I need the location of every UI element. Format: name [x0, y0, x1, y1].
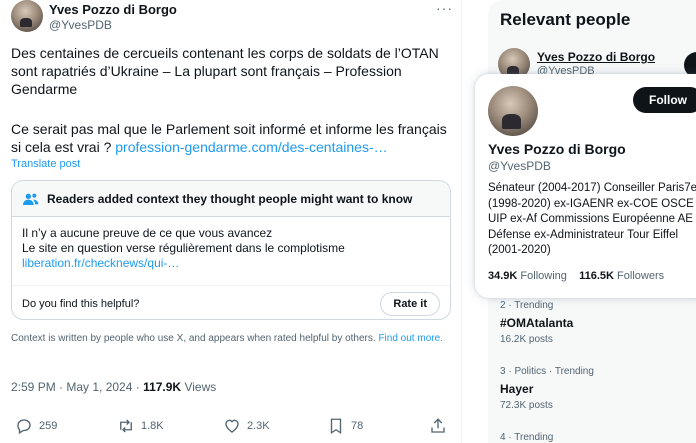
- tweet-link[interactable]: profession-gendarme.com/des-centaines-…: [115, 139, 387, 155]
- note-context-text: Context is written by people who use X, …: [11, 333, 451, 345]
- trend-name-1[interactable]: #OMAtalanta: [500, 316, 573, 330]
- context-text: Context is written by people who use X, …: [11, 333, 379, 344]
- views-count: 117.9K: [143, 380, 182, 394]
- translate-post-link[interactable]: Translate post: [11, 158, 80, 170]
- share-icon: [431, 418, 445, 433]
- hover-card-bio: Sénateur (2004-2017) Conseiller Paris7e …: [488, 182, 696, 256]
- relevant-person-name[interactable]: Yves Pozzo di Borgo: [537, 50, 655, 64]
- community-note: Readers added context they thought peopl…: [11, 180, 451, 320]
- author-avatar[interactable]: [11, 0, 43, 32]
- trend-meta-1: 2 · Trending: [500, 300, 554, 311]
- hover-card-avatar[interactable]: [488, 86, 538, 136]
- views-label: Views: [181, 380, 217, 394]
- share-button[interactable]: [429, 417, 453, 435]
- helpful-row: Do you find this helpful? Rate it: [12, 285, 450, 319]
- following-count: 34.9K: [488, 270, 518, 282]
- timestamp[interactable]: 2:59 PM · May 1, 2024 ·: [11, 380, 143, 394]
- profile-hover-card: Follow Yves Pozzo di Borgo @YvesPDB Séna…: [475, 74, 696, 298]
- repost-button[interactable]: 1.8K: [117, 417, 164, 435]
- trend-meta-2: 3 · Politics · Trending: [500, 366, 594, 377]
- repost-icon: [120, 419, 132, 433]
- people-icon: [23, 193, 39, 205]
- tweet-text: Des centaines de cercueils contenant les…: [11, 45, 439, 97]
- tweet-actions: 259 1.8K 2.3K 78: [11, 417, 451, 437]
- helpful-question: Do you find this helpful?: [22, 297, 140, 310]
- heart-icon: [225, 419, 239, 433]
- trend-posts-2: 72.3K posts: [500, 400, 553, 411]
- author-name[interactable]: Yves Pozzo di Borgo: [49, 2, 177, 17]
- find-out-more-link[interactable]: Find out more.: [378, 333, 442, 344]
- community-note-header: Readers added context they thought peopl…: [12, 181, 450, 217]
- note-line-2: Le site en question verse régulièrement …: [22, 241, 345, 255]
- followers-label: Followers: [614, 270, 665, 282]
- relevant-person-row[interactable]: Yves Pozzo di Borgo @YvesPDB: [488, 40, 696, 80]
- repost-count: 1.8K: [141, 420, 164, 432]
- follow-button[interactable]: Follow: [633, 87, 696, 113]
- following-label: Following: [517, 270, 567, 282]
- reply-button[interactable]: 259: [15, 417, 57, 435]
- bookmark-button[interactable]: 78: [327, 417, 363, 435]
- rate-it-button[interactable]: Rate it: [380, 291, 440, 316]
- hover-card-name[interactable]: Yves Pozzo di Borgo: [488, 141, 626, 157]
- followers-link[interactable]: 116.5K Followers: [579, 270, 664, 282]
- community-note-body: Il n’y a aucune preuve de ce que vous av…: [12, 217, 450, 271]
- followers-count: 116.5K: [579, 270, 614, 282]
- tweet-text-2: Ce serait pas mal que le Parlement soit …: [11, 120, 451, 156]
- community-note-title: Readers added context they thought peopl…: [47, 191, 413, 206]
- note-source-link[interactable]: liberation.fr/checknews/qui-…: [22, 256, 440, 271]
- author-handle[interactable]: @YvesPDB: [49, 18, 112, 32]
- more-options-icon[interactable]: ···: [436, 0, 453, 16]
- following-link[interactable]: 34.9K Following: [488, 270, 567, 282]
- trend-posts-1: 16.2K posts: [500, 334, 553, 345]
- tweet-meta: 2:59 PM · May 1, 2024 · 117.9K Views: [11, 380, 216, 394]
- relevant-people-title: Relevant people: [500, 10, 631, 29]
- trend-meta-3: 4 · Trending: [500, 432, 554, 443]
- like-button[interactable]: 2.3K: [223, 417, 270, 435]
- hover-card-stats: 34.9K Following 116.5K Followers: [488, 270, 664, 282]
- bookmark-icon: [330, 418, 342, 435]
- tweet: Yves Pozzo di Borgo @YvesPDB ··· Des cen…: [0, 0, 462, 443]
- trend-name-2[interactable]: Hayer: [500, 382, 533, 396]
- hover-card-handle[interactable]: @YvesPDB: [488, 159, 551, 173]
- note-line-1: Il n’y a aucune preuve de ce que vous av…: [22, 226, 273, 240]
- like-count: 2.3K: [247, 420, 270, 432]
- bookmark-count: 78: [351, 420, 364, 432]
- reply-count: 259: [39, 420, 58, 432]
- reply-icon: [17, 419, 31, 434]
